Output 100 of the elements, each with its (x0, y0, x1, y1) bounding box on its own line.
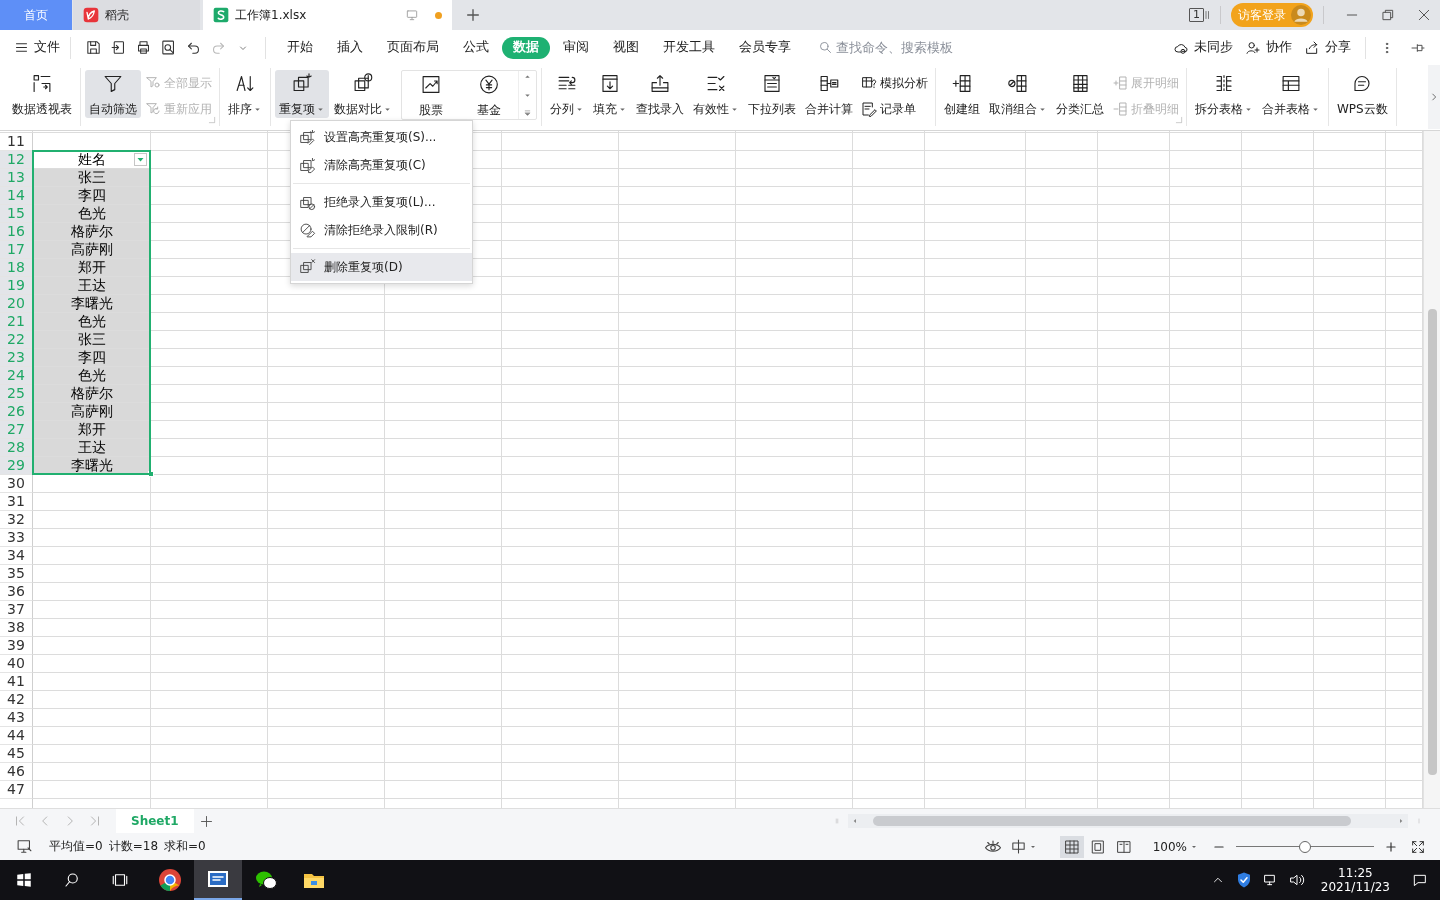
file-menu-button[interactable]: 文件 (14, 39, 60, 56)
ribbon-button[interactable]: 排序 (224, 70, 266, 118)
row-number: 44 (0, 727, 33, 745)
restore-icon[interactable] (1380, 7, 1396, 23)
tab[interactable]: 稻壳 (73, 0, 200, 30)
fullscreen-icon[interactable] (1410, 838, 1426, 855)
display-icon[interactable] (16, 838, 33, 855)
close-icon[interactable] (1416, 7, 1432, 23)
table-cell-text: 张三 (77, 331, 107, 348)
ribbon-tab[interactable]: 审阅 (552, 36, 600, 59)
menu-item[interactable]: 清除高亮重复项(C) (291, 151, 472, 179)
add-sheet-icon[interactable] (198, 813, 214, 829)
preview-icon[interactable] (160, 39, 177, 56)
table-cell-text: 姓名 (77, 151, 107, 168)
row-number: 19 (0, 277, 33, 295)
menu-icon (14, 40, 29, 55)
table-cell-text: 李四 (77, 349, 107, 366)
ribbon-tab[interactable]: 视图 (602, 36, 650, 59)
volume-icon[interactable] (1288, 872, 1305, 888)
row-number: 28 (0, 439, 33, 457)
row-number: 16 (0, 223, 33, 241)
notification-icon[interactable] (1412, 872, 1428, 888)
gallery-item[interactable]: 股票 (402, 71, 460, 119)
zoom-dropdown[interactable]: 100% (1146, 838, 1204, 855)
row-number: 31 (0, 493, 33, 511)
ribbon-button[interactable]: 拆分表格 (1191, 70, 1257, 118)
row-number: 38 (0, 619, 33, 637)
save-icon[interactable] (85, 39, 102, 56)
row-number: 30 (0, 475, 33, 493)
toolbar-button[interactable]: 未同步 (1173, 39, 1233, 56)
chevron-right-icon (1429, 92, 1439, 102)
layout-icon[interactable] (1009, 838, 1027, 855)
grid-view-icon (1063, 838, 1080, 855)
taskbar-button[interactable] (194, 860, 242, 900)
search-icon[interactable] (63, 871, 81, 889)
ribbon-button[interactable]: 合并计算 (801, 70, 857, 118)
page-view-icon (1089, 838, 1106, 855)
ribbon-button[interactable]: WPS云数 (1333, 70, 1392, 118)
ribbon-tab[interactable]: 公式 (452, 36, 500, 59)
menu-item[interactable]: 删除重复项(D) (291, 253, 472, 281)
ribbon-button[interactable]: 自动筛选 (85, 70, 141, 118)
ribbon-button[interactable]: 合并表格 (1258, 70, 1324, 118)
row-number: 35 (0, 565, 33, 583)
ribbon-button[interactable]: 有效性 (689, 70, 743, 118)
table-cell-text: 王达 (77, 439, 107, 456)
ribbon-button[interactable]: 重复项 (275, 70, 329, 118)
ribbon-button[interactable]: 数据对比 (330, 70, 396, 118)
leaf-icon (83, 7, 99, 23)
status-text: 求和=0 (164, 838, 206, 855)
menu-item[interactable]: 清除拒绝录入限制(R) (291, 216, 472, 244)
row-number: 18 (0, 259, 33, 277)
tab[interactable]: 工作簿1.xlsx (203, 0, 452, 30)
ribbon-button[interactable]: 数据透视表 (8, 70, 76, 118)
row-number: 37 (0, 601, 33, 619)
print-icon[interactable] (135, 39, 152, 56)
row-number: 27 (0, 421, 33, 439)
table-cell-text: 色光 (77, 367, 107, 384)
ribbon-button[interactable]: 取消组合 (985, 70, 1051, 118)
menu-item[interactable]: 拒绝录入重复项(L)... (291, 188, 472, 216)
row-number: 14 (0, 187, 33, 205)
scrollbar-thumb[interactable] (873, 816, 1351, 826)
scroll-left-icon[interactable] (851, 817, 859, 825)
ribbon-tab[interactable]: 会员专享 (728, 36, 802, 59)
fill-handle[interactable] (148, 471, 154, 477)
filter-button[interactable] (134, 153, 147, 166)
zoom-in-icon[interactable] (1384, 839, 1398, 854)
scroll-right-icon[interactable] (1397, 817, 1405, 825)
zoom-slider[interactable] (1236, 840, 1374, 853)
scrollbar-thumb[interactable] (1427, 309, 1437, 775)
more-rows-icon[interactable] (523, 109, 532, 118)
ribbon-button[interactable]: 分列 (546, 70, 588, 118)
triangle-down-icon (136, 155, 145, 164)
ribbon-button[interactable]: 创建组 (940, 70, 984, 118)
table-cell-text: 李曙光 (70, 457, 114, 474)
toolbar-button[interactable]: 分享 (1304, 39, 1351, 56)
status-text: 平均值=0 (49, 838, 103, 855)
splitter-icon (834, 815, 840, 827)
ribbon-tab[interactable]: 开发工具 (652, 36, 726, 59)
ribbon-button[interactable]: 记录单 (858, 98, 931, 120)
share-icon (1304, 39, 1320, 56)
ribbon-button[interactable]: 查找录入 (632, 70, 688, 118)
add-tab-icon[interactable] (465, 7, 481, 23)
ribbon-button[interactable]: 模拟分析 (858, 72, 931, 94)
slider-thumb[interactable] (1299, 840, 1311, 853)
ribbon-tab[interactable]: 开始 (276, 36, 324, 59)
ribbon-button[interactable]: 分类汇总 (1052, 70, 1108, 118)
table-cell-text: 格萨尔 (70, 223, 114, 240)
gallery-item[interactable]: 基金 (460, 71, 518, 119)
ribbon-tab[interactable]: 页面布局 (376, 36, 450, 59)
windows-icon[interactable] (15, 871, 33, 889)
export-icon[interactable] (110, 39, 127, 56)
task-view-icon[interactable] (111, 871, 129, 889)
menu-item[interactable]: 设置高亮重复项(S)... (291, 123, 472, 151)
ribbon-tab[interactable]: 插入 (326, 36, 374, 59)
view-mode-button[interactable] (1059, 835, 1084, 858)
search-field[interactable]: 查找命令、搜索模板 (836, 40, 966, 55)
scroll-up-icon[interactable] (523, 72, 532, 81)
ribbon-button[interactable]: 下拉列表 (744, 70, 800, 118)
ribbon-button[interactable]: 填充 (589, 70, 631, 118)
toolbar-button[interactable]: 协作 (1245, 39, 1292, 56)
